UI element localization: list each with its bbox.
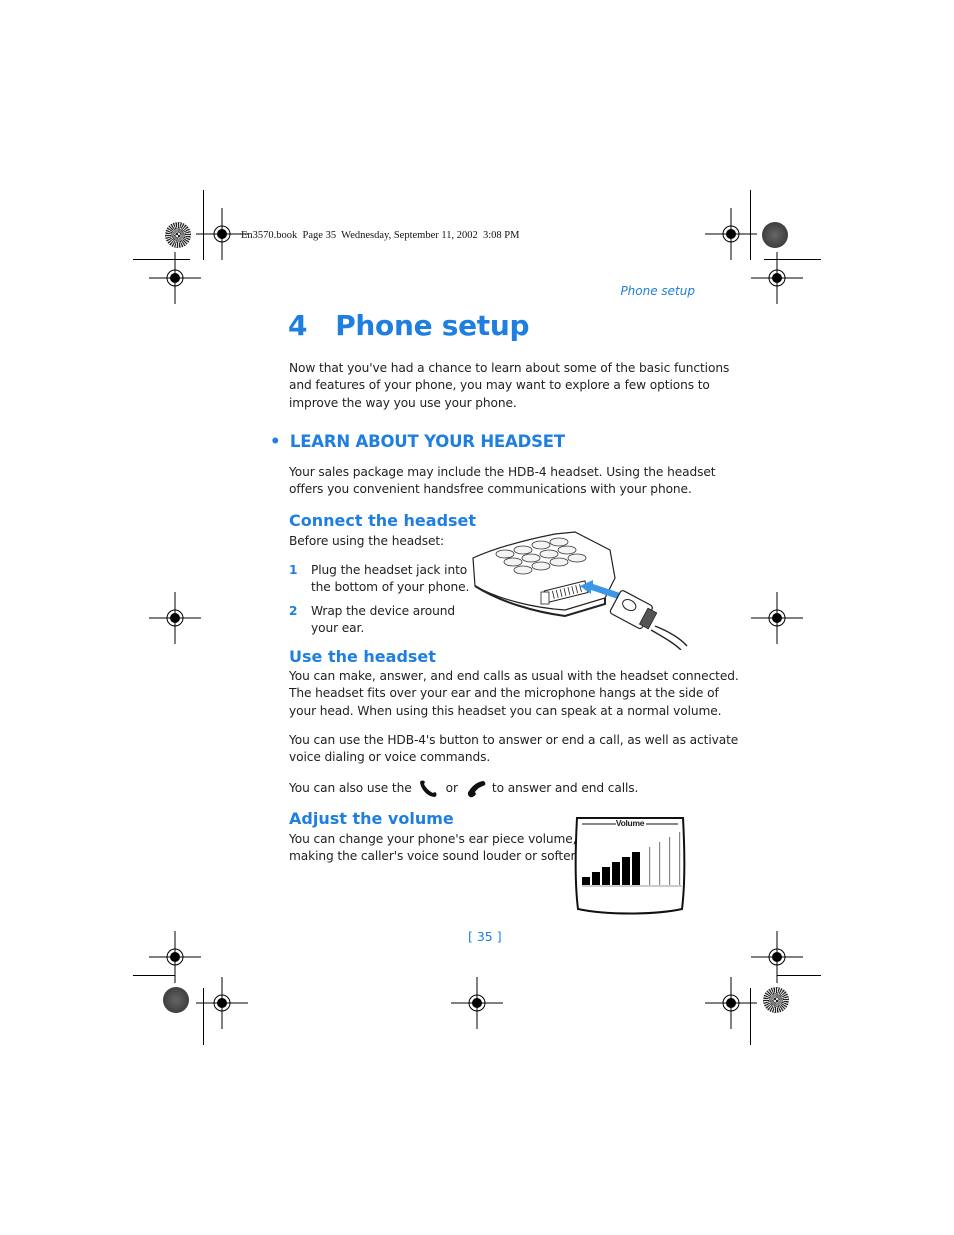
- crosshair-mark: [705, 208, 757, 260]
- text-line: and features of your phone, you may want…: [289, 378, 710, 393]
- text-line: You can use the HDB-4's button to answer…: [289, 733, 739, 747]
- crosshair-mark: [149, 252, 201, 304]
- end-key-icon: [467, 781, 486, 798]
- crosshair-mark: [149, 592, 201, 644]
- text-line: Plug the headset jack into: [311, 563, 468, 577]
- text-line: voice dialing or voice commands.: [289, 750, 491, 765]
- call-key-icon: [419, 780, 437, 797]
- text-line: your ear.: [311, 620, 365, 635]
- text-line: your head. When using this headset you c…: [289, 703, 722, 718]
- text-line: Wrap the device around: [311, 603, 456, 618]
- connect-heading: Connect the headset: [289, 511, 477, 530]
- crosshair-mark: [705, 977, 757, 1029]
- volume-bar-filled: [632, 852, 640, 885]
- chapter-title-text: Phone setup: [335, 309, 530, 342]
- text-line: The headset fits over your ear and the m…: [289, 686, 719, 701]
- text-line: Your sales package may include the HDB-4…: [289, 465, 716, 479]
- volume-heading: Adjust the volume: [289, 809, 454, 828]
- volume-bar-filled: [582, 877, 590, 885]
- volume-bar-empty: [679, 832, 681, 885]
- phone-headset-illustration: [472, 531, 688, 650]
- chapter-number: 4: [288, 309, 308, 342]
- step-list: 1 Plug the headset jack into the bottom …: [289, 562, 469, 637]
- text-fragment: to answer and end calls.: [491, 781, 639, 796]
- step-item: 2 Wrap the device around your ear.: [289, 603, 469, 638]
- step-number: 2: [289, 603, 298, 618]
- crosshair-mark: [751, 931, 803, 983]
- crosshair-mark: [751, 592, 803, 644]
- use-heading: Use the headset: [289, 647, 436, 666]
- crosshair-mark: [751, 252, 803, 304]
- crosshair-mark: [196, 977, 248, 1029]
- step-number: 1: [289, 563, 298, 577]
- text-line: Now that you've had a chance to learn ab…: [289, 361, 730, 375]
- text-line: You can make, answer, and end calls as u…: [289, 669, 739, 683]
- running-header: Phone setup: [620, 284, 695, 298]
- volume-display: Volume: [574, 815, 686, 916]
- volume-bar-empty: [649, 847, 651, 885]
- text-line: the bottom of your phone.: [311, 580, 470, 595]
- volume-level-bars: [582, 832, 682, 887]
- volume-bar-filled: [612, 862, 620, 885]
- use-paragraph-1: You can make, answer, and end calls as u…: [289, 668, 739, 720]
- text-line: You can change your phone's ear piece vo…: [289, 832, 577, 846]
- section-title-text: LEARN ABOUT YOUR HEADSET: [289, 432, 565, 451]
- text-line: offers you convenient handsfree communic…: [289, 482, 692, 497]
- volume-bar-filled: [592, 872, 600, 885]
- use-paragraph-3: You can also use the or to answer and en…: [289, 779, 638, 799]
- section-title: • LEARN ABOUT YOUR HEADSET: [270, 432, 565, 451]
- volume-bar-filled: [602, 867, 610, 885]
- crosshair-mark: [451, 977, 503, 1029]
- print-slug: En3570.book Page 35 Wednesday, September…: [241, 230, 520, 241]
- volume-bar-empty: [669, 837, 671, 885]
- section-intro: Your sales package may include the HDB-4…: [289, 464, 716, 499]
- text-fragment: You can also use the: [289, 781, 412, 796]
- volume-bar-empty: [659, 842, 661, 885]
- use-paragraph-2: You can use the HDB-4's button to answer…: [289, 732, 738, 767]
- text-fragment: or: [445, 781, 458, 796]
- step-item: 1 Plug the headset jack into the bottom …: [289, 562, 469, 597]
- bullet: •: [270, 432, 281, 451]
- page-number: [ 35 ]: [468, 929, 502, 944]
- text-line: improve the way you use your phone.: [289, 395, 517, 410]
- connect-lead: Before using the headset:: [289, 534, 445, 548]
- volume-paragraph: You can change your phone's ear piece vo…: [289, 831, 578, 866]
- chapter-intro: Now that you've had a chance to learn ab…: [289, 360, 729, 412]
- volume-bar-filled: [622, 857, 630, 885]
- crosshair-mark: [149, 931, 201, 983]
- chapter-title: 4 Phone setup: [288, 309, 530, 342]
- text-line: making the caller's voice sound louder o…: [289, 849, 579, 864]
